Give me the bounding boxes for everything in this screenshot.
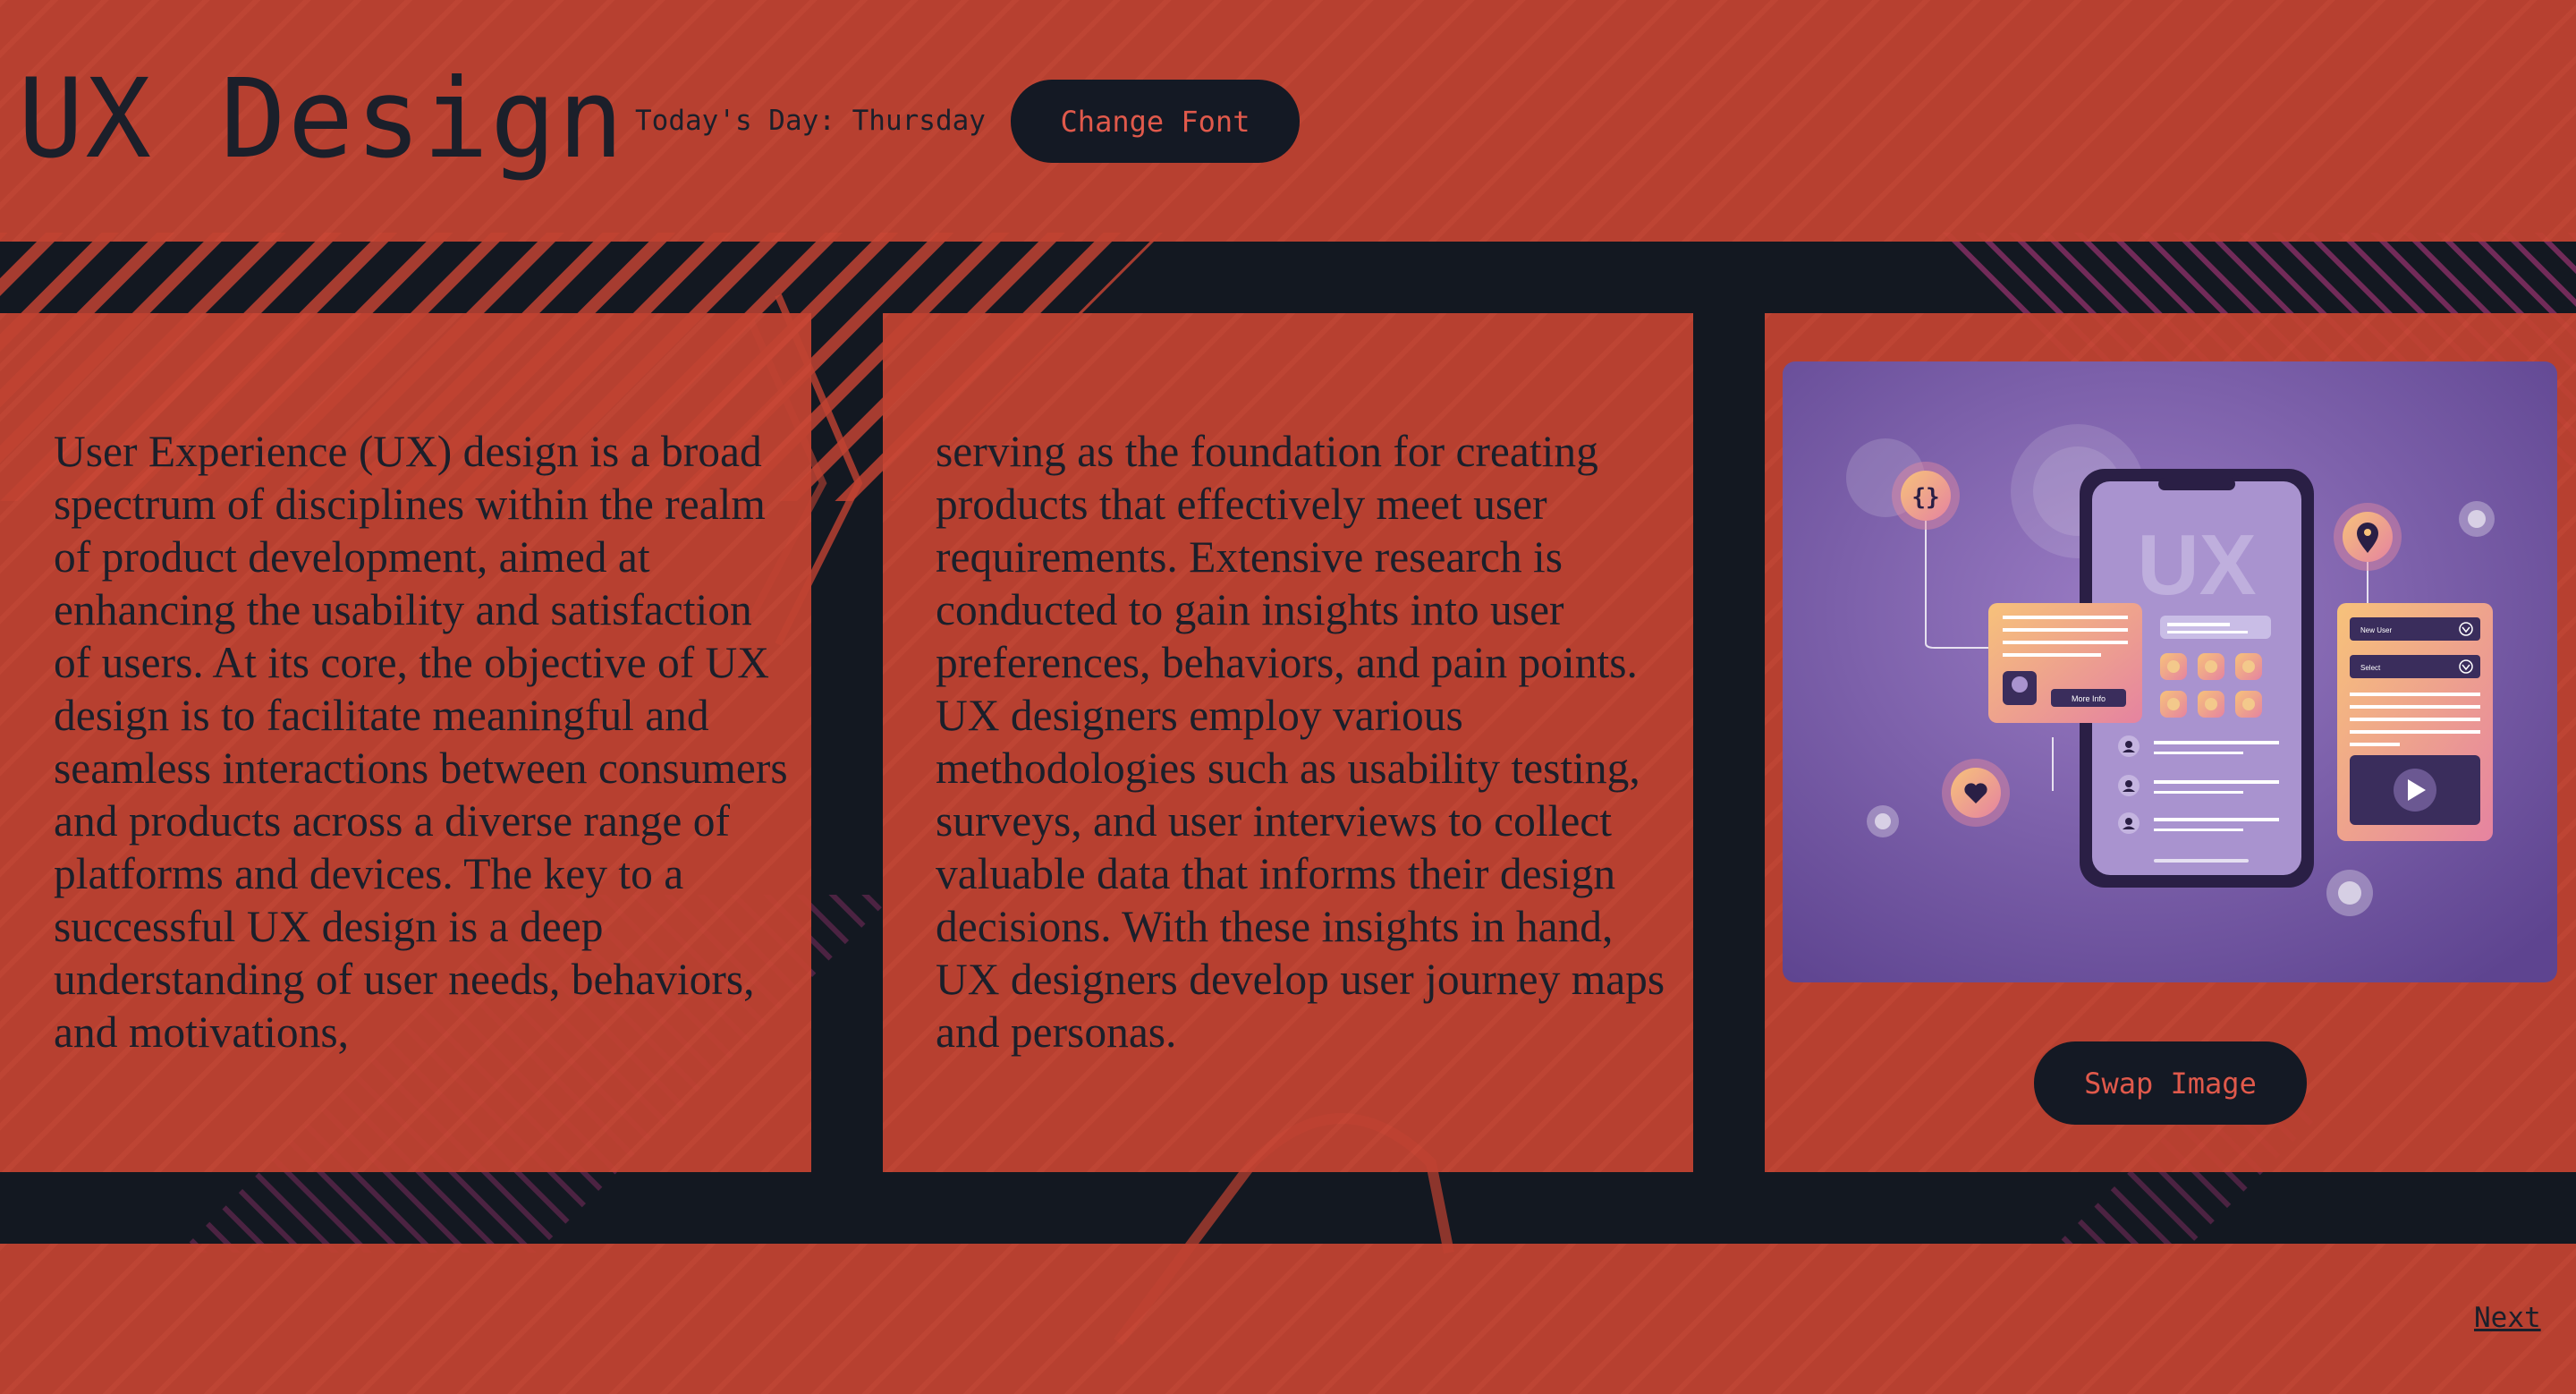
svg-text:{}: {} bbox=[1911, 484, 1939, 511]
change-font-button[interactable]: Change Font bbox=[1011, 80, 1300, 163]
intro-paragraph: User Experience (UX) design is a broad s… bbox=[54, 427, 788, 1057]
todays-day-label: Today's Day: Thursday bbox=[635, 105, 986, 137]
phone-logo: UX bbox=[2137, 517, 2256, 613]
more-info-label: More Info bbox=[2072, 694, 2106, 703]
footer-panel bbox=[0, 1244, 2576, 1394]
ux-illustration: UX More Info New User Select {} bbox=[1783, 361, 2557, 982]
swap-image-button[interactable]: Swap Image bbox=[2034, 1041, 2307, 1125]
research-paragraph: serving as the foundation for creating p… bbox=[936, 427, 1665, 1057]
page-title: UX Design bbox=[18, 55, 626, 183]
next-link[interactable]: Next bbox=[2474, 1300, 2541, 1336]
select-label: Select bbox=[2360, 664, 2381, 672]
new-user-select-label: New User bbox=[2360, 626, 2392, 634]
